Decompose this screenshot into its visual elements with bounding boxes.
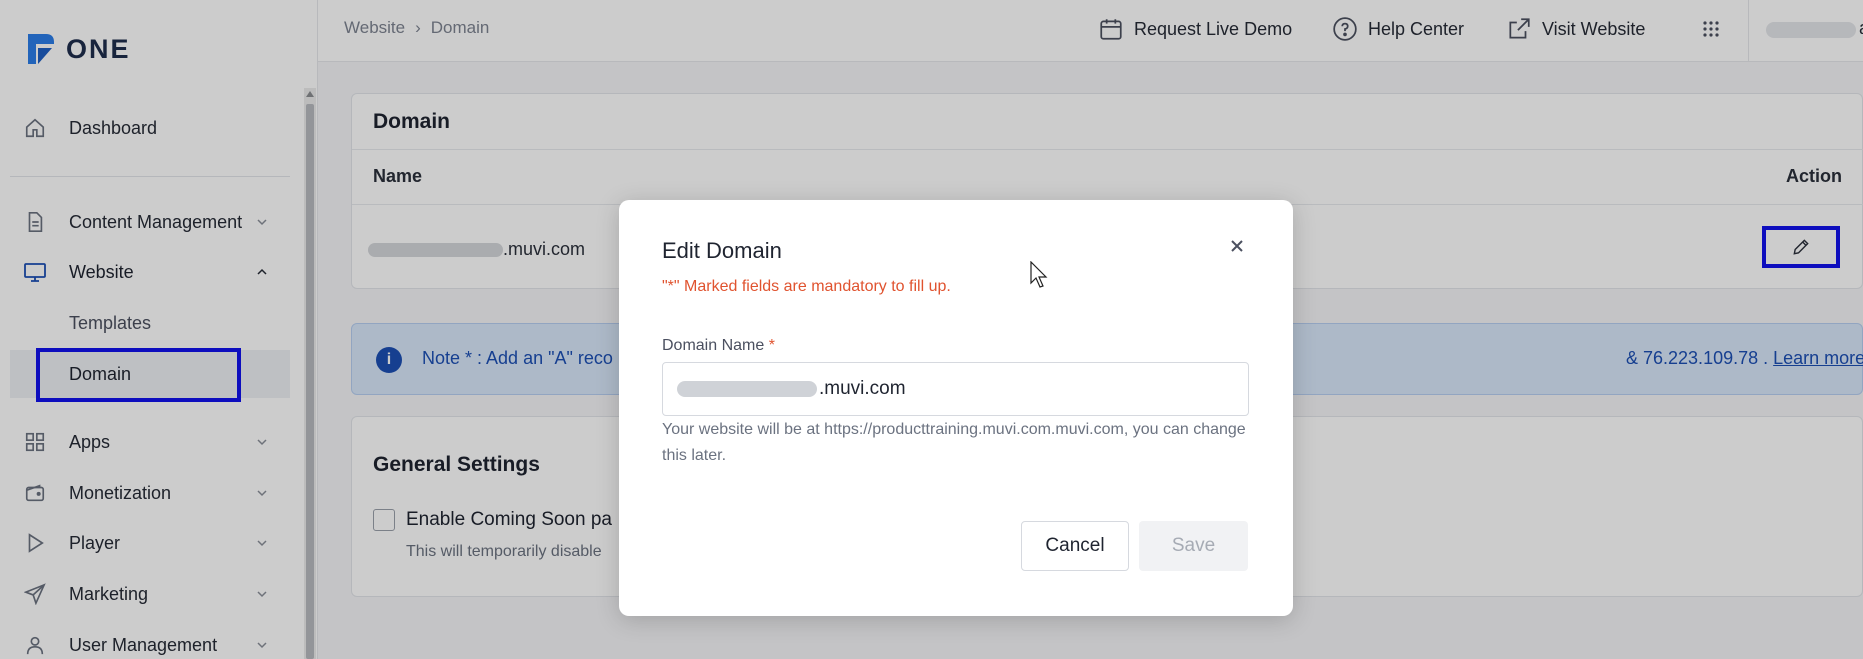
- domain-help-text: Your website will be at https://productt…: [662, 421, 1246, 464]
- edit-domain-modal: Edit Domain "*" Marked fields are mandat…: [619, 200, 1293, 616]
- domain-name-input[interactable]: .muvi.com: [662, 362, 1249, 416]
- modal-title: Edit Domain: [662, 238, 782, 263]
- save-button[interactable]: Save: [1139, 521, 1248, 571]
- required-mark: *: [768, 337, 775, 354]
- domain-value-redacted: [677, 381, 817, 397]
- domain-value-suffix: .muvi.com: [819, 378, 906, 399]
- cancel-button[interactable]: Cancel: [1021, 521, 1129, 571]
- mandatory-hint: "*" Marked fields are mandatory to fill …: [662, 278, 951, 295]
- domain-name-label: Domain Name *: [662, 337, 775, 355]
- close-icon[interactable]: [1227, 236, 1247, 256]
- mouse-cursor-icon: [1030, 261, 1048, 288]
- domain-name-label-text: Domain Name: [662, 337, 765, 354]
